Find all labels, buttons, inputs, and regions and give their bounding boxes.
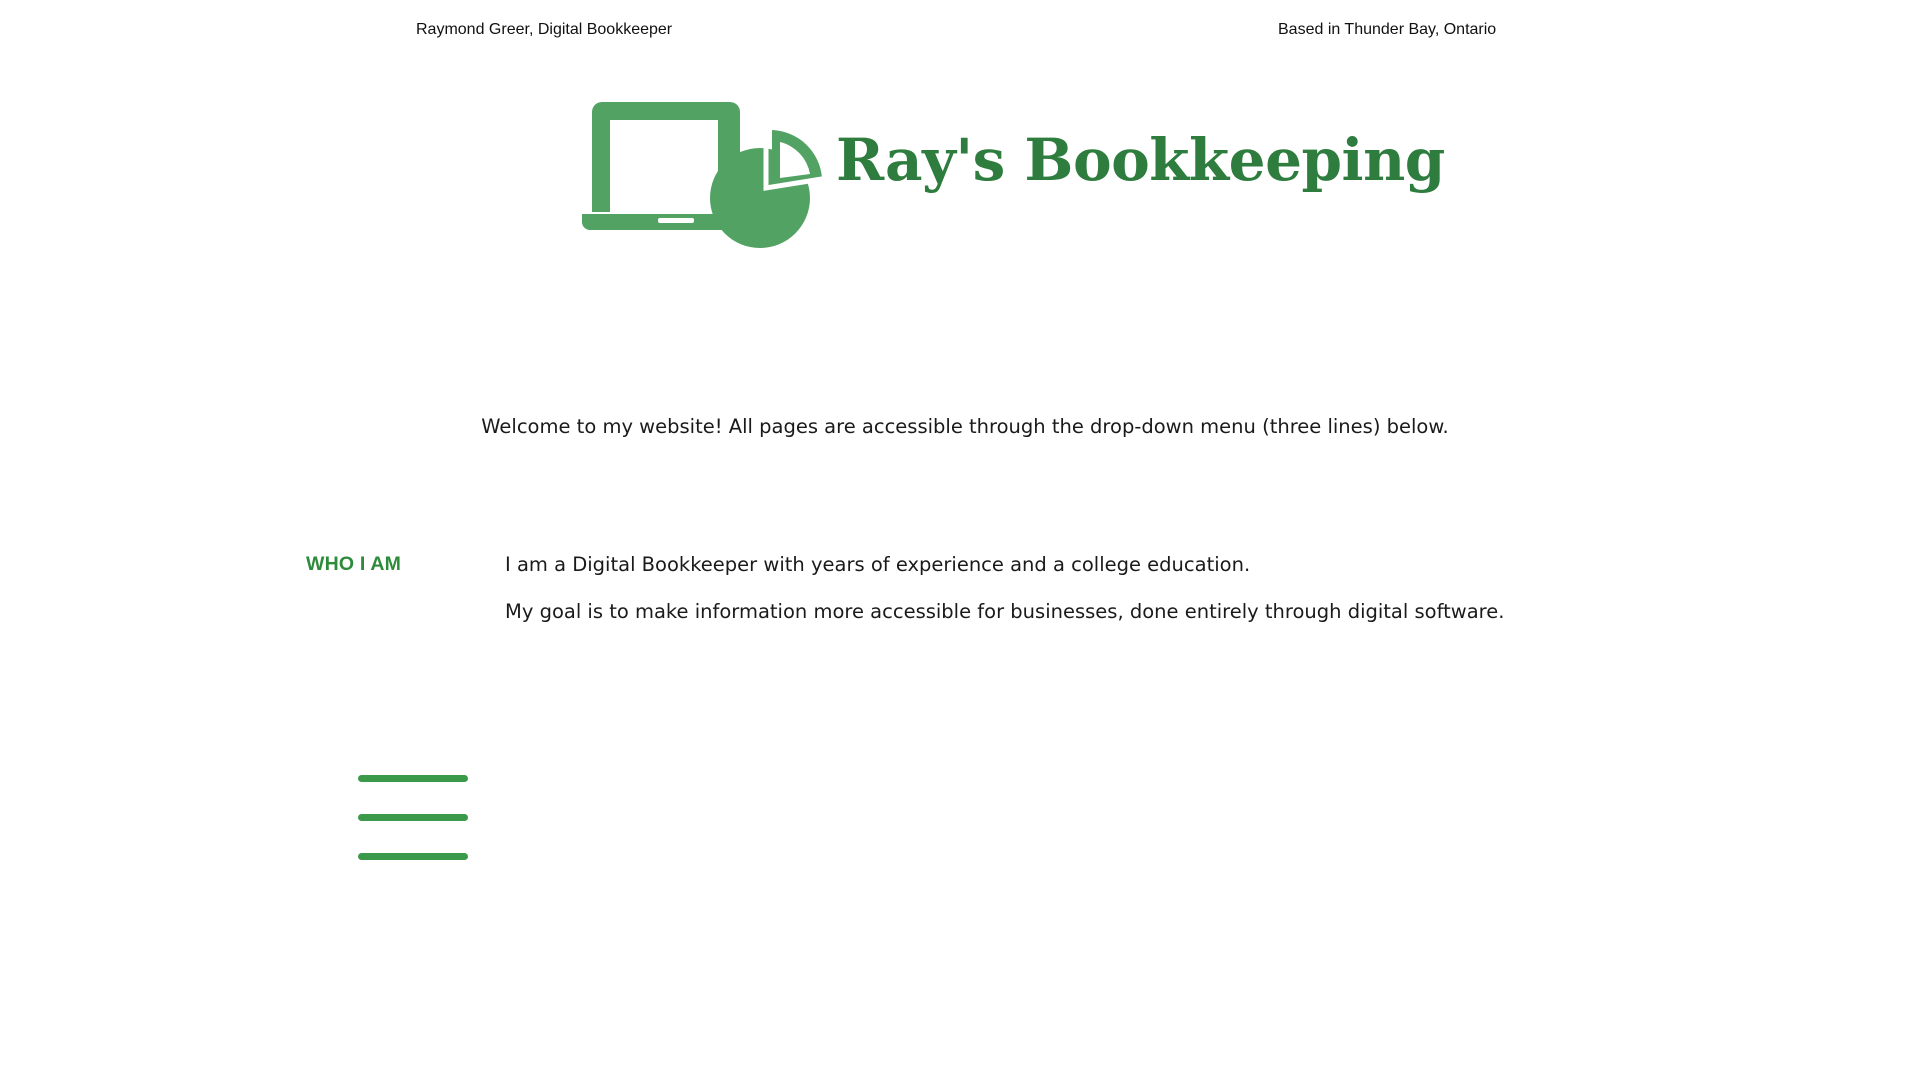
site-logo[interactable]: Ray's Bookkeeping — [580, 96, 1445, 256]
header-owner-title: Raymond Greer, Digital Bookkeeper — [416, 21, 673, 38]
menu-bar-middle — [358, 814, 468, 821]
who-i-am-line-2: My goal is to make information more acce… — [505, 600, 1505, 623]
who-i-am-line-1: I am a Digital Bookkeeper with years of … — [505, 553, 1251, 576]
laptop-pie-chart-icon — [582, 102, 829, 248]
menu-bar-top — [358, 775, 468, 782]
hamburger-menu-button[interactable] — [356, 770, 472, 870]
logo-text: Ray's Bookkeeping — [836, 126, 1445, 194]
header-location: Based in Thunder Bay, Ontario — [1278, 21, 1497, 38]
who-i-am-heading: WHO I AM — [306, 553, 402, 575]
welcome-message: Welcome to my website! All pages are acc… — [481, 415, 1449, 438]
menu-bar-bottom — [358, 853, 468, 860]
